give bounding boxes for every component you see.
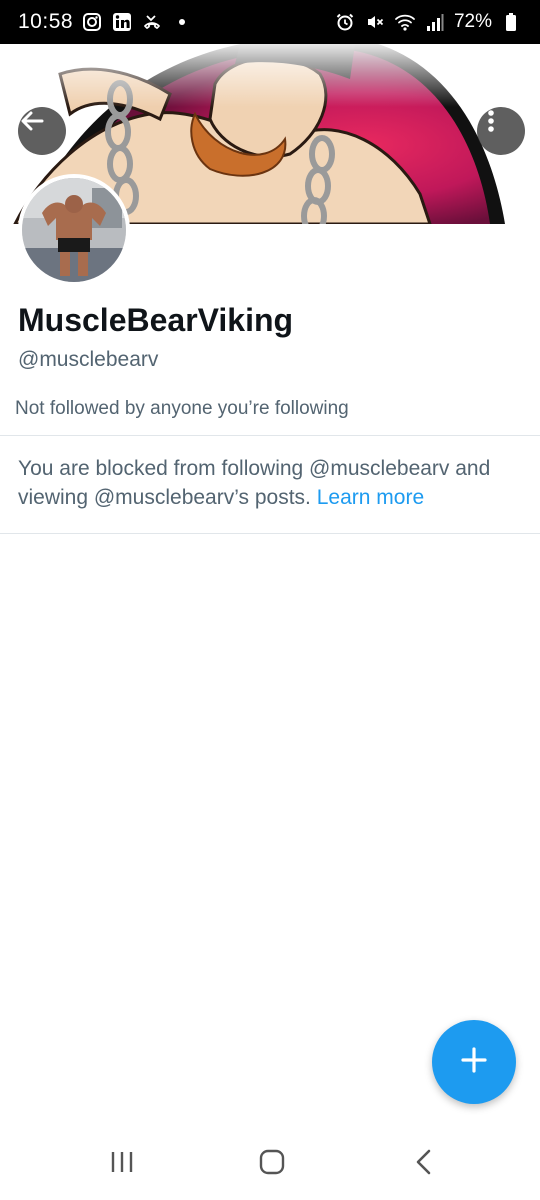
- status-left: 10:58: [18, 10, 193, 34]
- battery-icon: [500, 11, 522, 33]
- linkedin-icon: [111, 11, 133, 33]
- home-icon: [259, 1149, 285, 1180]
- status-right: 72%: [334, 11, 522, 33]
- back-icon: [414, 1149, 434, 1180]
- blocked-message: You are blocked from following @musclebe…: [18, 454, 523, 512]
- back-button[interactable]: [18, 107, 66, 155]
- compose-post-button[interactable]: [432, 1020, 516, 1104]
- alarm-icon: [334, 11, 356, 33]
- system-back-button[interactable]: [404, 1146, 444, 1182]
- followers-you-know-note[interactable]: Not followed by anyone you’re following: [15, 398, 349, 420]
- home-button[interactable]: [252, 1146, 292, 1182]
- avatar-photo: [22, 178, 126, 282]
- instagram-icon: [81, 11, 103, 33]
- divider: [0, 435, 540, 436]
- display-name: MuscleBearViking: [18, 302, 294, 338]
- avatar[interactable]: [18, 174, 130, 286]
- system-nav-bar: [0, 1128, 540, 1200]
- divider: [0, 533, 540, 534]
- wifi-icon: [394, 11, 416, 33]
- handle: @musclebearv: [18, 348, 159, 371]
- status-time: 10:58: [18, 10, 74, 33]
- signal-icon: [424, 11, 446, 33]
- mute-icon: [364, 11, 386, 33]
- more-options-button[interactable]: [477, 107, 525, 155]
- plus-icon: [458, 1044, 490, 1081]
- status-bar: 10:58 72%: [0, 0, 540, 44]
- dot-icon: [171, 11, 193, 33]
- recent-apps-button[interactable]: [102, 1146, 142, 1182]
- missed-call-icon: [141, 11, 163, 33]
- battery-percent: 72%: [453, 11, 492, 32]
- recent-apps-icon: [109, 1150, 135, 1179]
- learn-more-link[interactable]: Learn more: [317, 486, 424, 509]
